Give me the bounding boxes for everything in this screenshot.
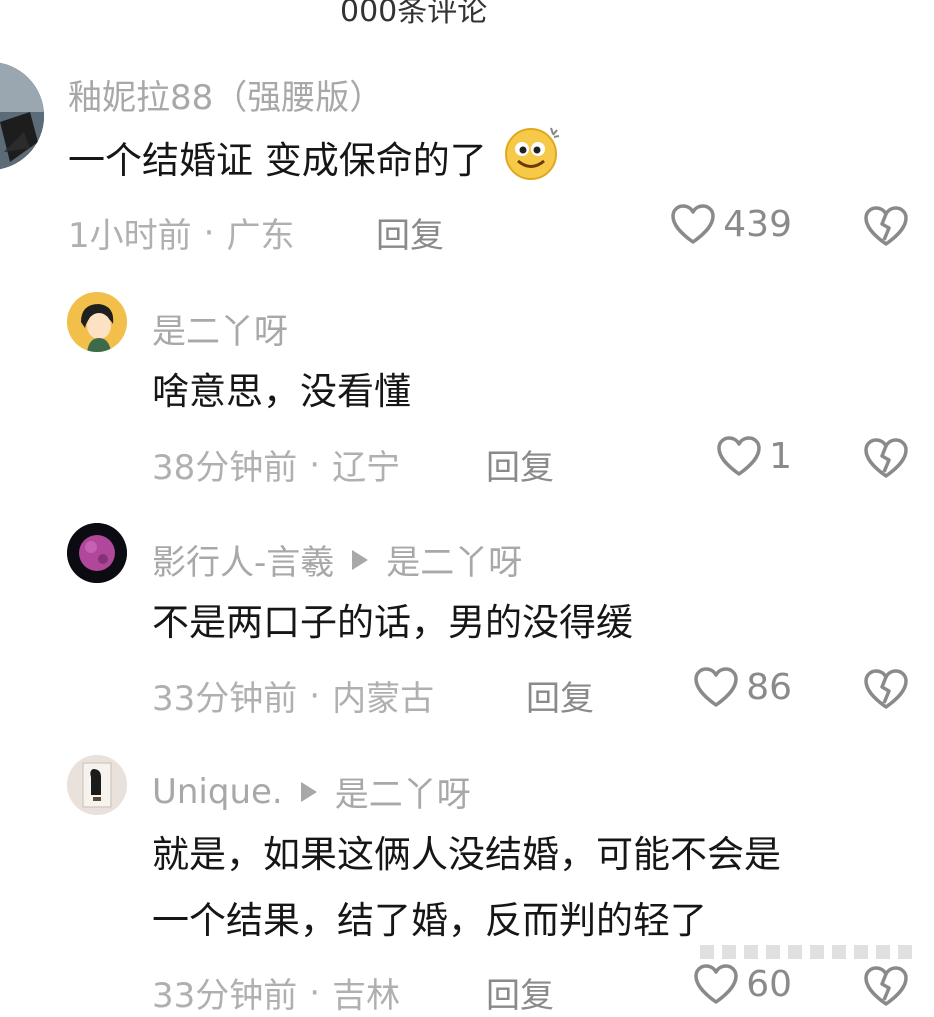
meta-separator: · (309, 675, 321, 716)
watermark-logo (698, 943, 914, 961)
comment-author[interactable]: 是二丫呀 (152, 304, 288, 353)
heart-outline-icon (694, 964, 738, 1004)
smiley-emoji-icon (503, 124, 565, 201)
comment-time: 33分钟前 (152, 976, 298, 1016)
dislike-button[interactable] (862, 204, 910, 252)
comment-location: 辽宁 (332, 448, 401, 488)
comment-text: 一个结婚证 变成保命的了 (68, 124, 565, 201)
comment-meta: 38分钟前 · 辽宁 (152, 440, 400, 489)
comment-text: 就是，如果这俩人没结婚，可能不会是 一个结果，结了婚，反而判的轻了 (152, 822, 922, 954)
comment-time: 1小时前 (68, 216, 192, 256)
avatar[interactable] (67, 755, 127, 815)
avatar[interactable] (67, 292, 127, 352)
broken-heart-icon (864, 206, 908, 246)
reply-to-arrow-icon (352, 549, 369, 570)
comment-author-line: Unique. 是二丫呀 (152, 767, 471, 816)
reply-button[interactable]: 回复 (526, 671, 594, 720)
comment-location: 内蒙古 (332, 679, 435, 719)
dislike-button[interactable] (862, 964, 910, 1012)
reply-button[interactable]: 回复 (486, 440, 554, 489)
comment-location: 广东 (226, 216, 295, 256)
comment-author[interactable]: 影行人-言羲 (152, 535, 334, 584)
broken-heart-icon (864, 438, 908, 478)
broken-heart-icon (864, 966, 908, 1006)
reply-button[interactable]: 回复 (486, 968, 554, 1017)
comment-time: 33分钟前 (152, 679, 298, 719)
comment-meta: 33分钟前 · 吉林 (152, 968, 400, 1017)
heart-outline-icon (717, 436, 761, 476)
comment-text: 不是两口子的话，男的没得缓 (152, 601, 633, 644)
dislike-button[interactable] (862, 436, 910, 484)
reply-to-user[interactable]: 是二丫呀 (386, 535, 522, 584)
comment-text-body: 一个结婚证 变成保命的了 (68, 139, 487, 182)
like-count: 86 (746, 666, 792, 708)
like-count: 1 (769, 435, 792, 477)
comment-text-line: 就是，如果这俩人没结婚，可能不会是 (152, 833, 781, 876)
meta-separator: · (203, 212, 215, 253)
comment-author[interactable]: 釉妮拉88（强腰版） (68, 70, 383, 119)
comment-count-header: 000条评论 (340, 0, 488, 29)
comment-time: 38分钟前 (152, 448, 298, 488)
comment-text: 啥意思，没看懂 (152, 370, 411, 413)
avatar[interactable] (0, 62, 44, 170)
comment-meta: 33分钟前 · 内蒙古 (152, 671, 434, 720)
like-button[interactable]: 439 (640, 202, 792, 246)
heart-outline-icon (671, 204, 716, 244)
avatar[interactable] (67, 523, 127, 583)
comment-author[interactable]: Unique. (152, 772, 283, 812)
comment-meta: 1小时前 · 广东 (68, 208, 294, 257)
reply-to-user[interactable]: 是二丫呀 (335, 767, 471, 816)
like-button[interactable]: 86 (640, 665, 792, 709)
like-button[interactable]: 1 (640, 434, 792, 478)
comment-location: 吉林 (332, 976, 401, 1016)
like-count: 439 (723, 203, 792, 245)
reply-to-arrow-icon (300, 781, 317, 802)
broken-heart-icon (864, 669, 908, 709)
reply-button[interactable]: 回复 (376, 208, 444, 257)
heart-outline-icon (694, 667, 738, 707)
comment-author-line: 影行人-言羲 是二丫呀 (152, 535, 522, 584)
like-button[interactable]: 60 (640, 962, 792, 1006)
meta-separator: · (309, 972, 321, 1013)
like-count: 60 (746, 963, 792, 1005)
dislike-button[interactable] (862, 667, 910, 715)
meta-separator: · (309, 444, 321, 485)
